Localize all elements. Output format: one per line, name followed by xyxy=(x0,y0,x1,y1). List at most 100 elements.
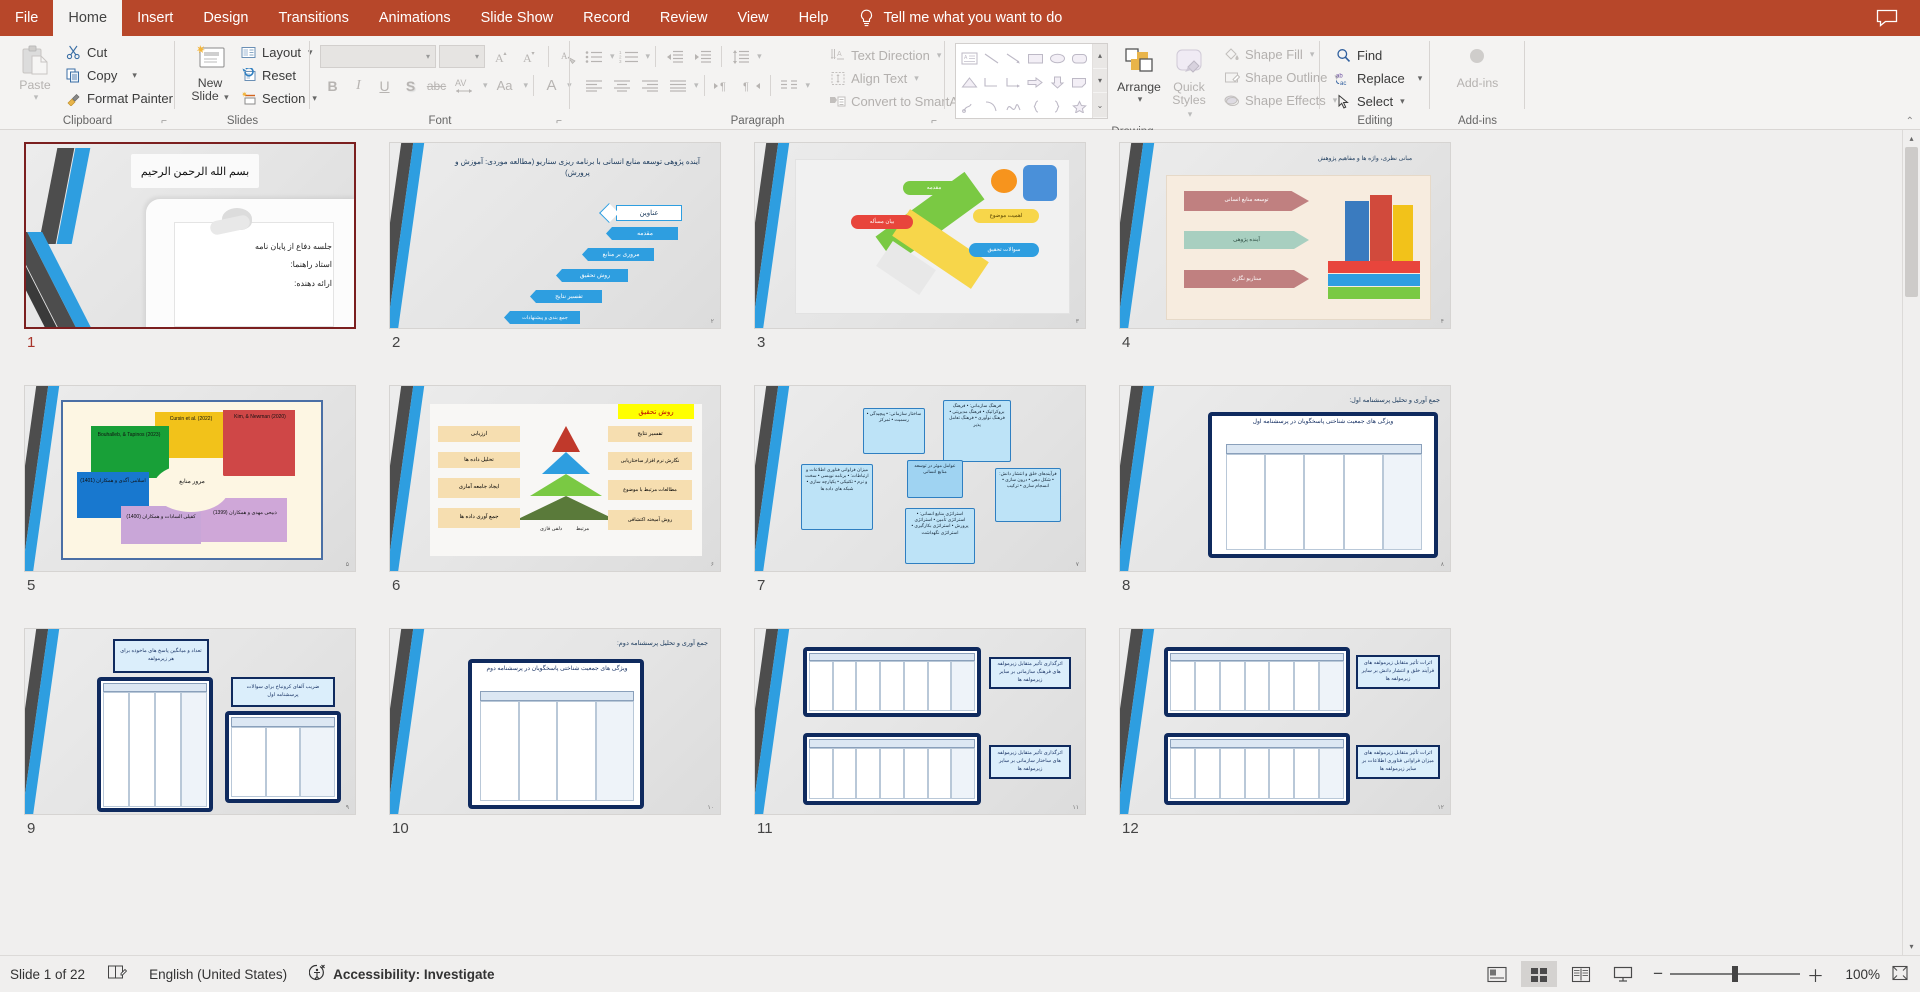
underline-button[interactable]: U xyxy=(372,73,397,98)
shape-right-arrow-icon[interactable] xyxy=(1024,70,1046,94)
text-shadow-button[interactable]: S xyxy=(398,73,423,98)
slide-cell-8[interactable]: جمع آوری و تحلیل پرسشنامه اول: ویژگی های… xyxy=(1119,385,1453,628)
font-size-combobox[interactable]: ▾ xyxy=(439,45,485,68)
shape-curve-icon[interactable] xyxy=(980,94,1002,118)
zoom-in-button[interactable]: ＋ xyxy=(1807,962,1824,987)
grow-font-button[interactable]: A xyxy=(488,44,513,69)
comments-button[interactable] xyxy=(1864,0,1910,36)
ltr-text-direction-button[interactable]: ¶ xyxy=(710,73,737,98)
slide-thumbnail-1[interactable]: بسم الله الرحمن الرحیم جلسه دفاع از پایا… xyxy=(24,142,356,329)
shape-line-icon[interactable] xyxy=(980,46,1002,70)
zoom-slider[interactable]: − ＋ xyxy=(1653,962,1824,987)
align-text-chevron-down-icon[interactable]: ▾ xyxy=(914,73,919,84)
tab-view[interactable]: View xyxy=(722,0,783,36)
italic-button[interactable]: I xyxy=(346,73,371,98)
slide-counter[interactable]: Slide 1 of 22 xyxy=(10,967,85,982)
copy-button[interactable]: Copy ▾ xyxy=(60,64,178,87)
change-case-chevron-down-icon[interactable]: ▾ xyxy=(524,80,529,91)
slide-thumbnail-11[interactable]: اثرگذاری تأثیر متقابل زیرمولفه های فرهنگ… xyxy=(754,628,1086,815)
slide-thumbnail-9[interactable]: تعداد و میانگین پاسخ های ماخوذه برای هر … xyxy=(24,628,356,815)
increase-indent-button[interactable] xyxy=(689,44,716,69)
numbering-button[interactable]: 123 xyxy=(616,44,643,69)
shape-down-arrow-icon[interactable] xyxy=(1046,70,1068,94)
normal-view-button[interactable] xyxy=(1479,961,1515,987)
tab-slide-show[interactable]: Slide Show xyxy=(466,0,569,36)
replace-chevron-down-icon[interactable]: ▾ xyxy=(1418,73,1423,84)
shape-arrow-icon[interactable] xyxy=(1002,46,1024,70)
slide-show-button[interactable] xyxy=(1605,961,1641,987)
scroll-up-button[interactable]: ▴ xyxy=(1903,130,1920,147)
slide-sorter-view-button[interactable] xyxy=(1521,961,1558,987)
character-spacing-button[interactable]: AV xyxy=(450,73,480,98)
slide-cell-6[interactable]: روش تحقیق ارزیابی تحلیل داده ها ایجاد جا… xyxy=(389,385,723,628)
tab-review[interactable]: Review xyxy=(645,0,723,36)
align-left-button[interactable] xyxy=(580,73,607,98)
slide-cell-7[interactable]: ساختار سازمانی: • پیچیدگی • رسمیت • تمرک… xyxy=(754,385,1088,628)
slide-cell-1[interactable]: بسم الله الرحمن الرحیم جلسه دفاع از پایا… xyxy=(24,142,358,385)
reset-button[interactable]: Reset xyxy=(235,64,322,87)
addins-button[interactable]: Add-ins xyxy=(1451,41,1505,93)
tab-design[interactable]: Design xyxy=(188,0,263,36)
font-name-combobox[interactable]: ▾ xyxy=(320,45,436,68)
new-slide-chevron-down-icon[interactable]: ▾ xyxy=(224,92,229,102)
scroll-track[interactable] xyxy=(1903,147,1920,938)
shape-scribble-icon[interactable] xyxy=(1002,94,1024,118)
slide-cell-2[interactable]: آینده پژوهی توسعه منابع انسانی با برنامه… xyxy=(389,142,723,385)
slide-thumbnail-12[interactable]: اثرات تأثیر متقابل زیرمولفه های فرآیند خ… xyxy=(1119,628,1451,815)
arrange-chevron-down-icon[interactable]: ▾ xyxy=(1138,94,1143,105)
slide-thumbnail-8[interactable]: جمع آوری و تحلیل پرسشنامه اول: ویژگی های… xyxy=(1119,385,1451,572)
section-button[interactable]: Section ▾ xyxy=(235,87,322,110)
collapse-ribbon-button[interactable]: ⌃ xyxy=(1906,116,1914,127)
zoom-track[interactable] xyxy=(1670,966,1800,982)
shapes-scroll-down-button[interactable]: ▾ xyxy=(1093,68,1107,94)
rtl-text-direction-button[interactable]: ¶ xyxy=(738,73,765,98)
workarea-vertical-scrollbar[interactable]: ▴ ▾ xyxy=(1902,130,1920,955)
shape-fill-chevron-down-icon[interactable]: ▾ xyxy=(1310,49,1315,60)
numbering-chevron-down-icon[interactable]: ▾ xyxy=(646,51,651,62)
shape-right-brace-icon[interactable] xyxy=(1046,94,1068,118)
reading-view-button[interactable] xyxy=(1563,961,1599,987)
cut-button[interactable]: Cut xyxy=(60,41,178,64)
tab-transitions[interactable]: Transitions xyxy=(263,0,363,36)
shape-elbow-arrow-icon[interactable] xyxy=(1002,70,1024,94)
font-color-button[interactable]: A xyxy=(539,73,564,98)
slide-thumbnail-7[interactable]: ساختار سازمانی: • پیچیدگی • رسمیت • تمرک… xyxy=(754,385,1086,572)
slide-cell-3[interactable]: مقدمه بیان مسأله اهمیت موضوع سوالات تحقی… xyxy=(754,142,1088,385)
line-spacing-chevron-down-icon[interactable]: ▾ xyxy=(757,51,762,62)
bullets-button[interactable] xyxy=(580,44,607,69)
slide-cell-4[interactable]: مبانی نظری، واژه ها و مفاهیم پژوهش توسعه… xyxy=(1119,142,1453,385)
shapes-more-button[interactable]: ⌄ xyxy=(1093,93,1107,119)
slide-cell-5[interactable]: مرور منابع Cursin et al. (2022) Kim, & N… xyxy=(24,385,358,628)
shape-triangle-icon[interactable] xyxy=(958,70,980,94)
tell-me-search[interactable]: Tell me what you want to do xyxy=(859,0,1062,36)
align-center-button[interactable] xyxy=(608,73,635,98)
columns-chevron-down-icon[interactable]: ▾ xyxy=(806,80,811,91)
new-slide-button[interactable]: New Slide ▾ xyxy=(185,41,235,107)
decrease-indent-button[interactable] xyxy=(661,44,688,69)
tab-home[interactable]: Home xyxy=(53,0,123,36)
paste-button[interactable]: Paste ▾ xyxy=(10,41,60,106)
slide-cell-12[interactable]: اثرات تأثیر متقابل زیرمولفه های فرآیند خ… xyxy=(1119,628,1453,871)
arrange-button[interactable]: Arrange ▾ xyxy=(1114,43,1164,108)
quick-styles-button[interactable]: Quick Styles ▾ xyxy=(1164,43,1214,124)
fit-to-window-button[interactable] xyxy=(1890,964,1910,985)
shape-rectangle-icon[interactable] xyxy=(1024,46,1046,70)
slide-thumbnail-3[interactable]: مقدمه بیان مسأله اهمیت موضوع سوالات تحقی… xyxy=(754,142,1086,329)
notes-icon[interactable] xyxy=(107,964,128,984)
quick-styles-chevron-down-icon[interactable]: ▾ xyxy=(1188,109,1193,119)
clipboard-dialog-launcher[interactable]: ⌐ xyxy=(161,114,167,130)
slide-cell-9[interactable]: تعداد و میانگین پاسخ های ماخوذه برای هر … xyxy=(24,628,358,871)
shape-left-brace-icon[interactable] xyxy=(1024,94,1046,118)
slide-cell-11[interactable]: اثرگذاری تأثیر متقابل زیرمولفه های فرهنگ… xyxy=(754,628,1088,871)
tab-file[interactable]: File xyxy=(0,0,53,36)
format-painter-button[interactable]: Format Painter xyxy=(60,87,178,110)
shape-freeform-icon[interactable] xyxy=(958,94,980,118)
select-button[interactable]: Select ▾ xyxy=(1330,90,1427,113)
bold-button[interactable]: B xyxy=(320,73,345,98)
layout-button[interactable]: Layout ▾ xyxy=(235,41,322,64)
font-dialog-launcher[interactable]: ⌐ xyxy=(556,114,562,130)
slide-thumbnail-5[interactable]: مرور منابع Cursin et al. (2022) Kim, & N… xyxy=(24,385,356,572)
zoom-level-label[interactable]: 100% xyxy=(1836,967,1880,982)
justify-button[interactable] xyxy=(664,73,691,98)
slide-thumbnail-4[interactable]: مبانی نظری، واژه ها و مفاهیم پژوهش توسعه… xyxy=(1119,142,1451,329)
